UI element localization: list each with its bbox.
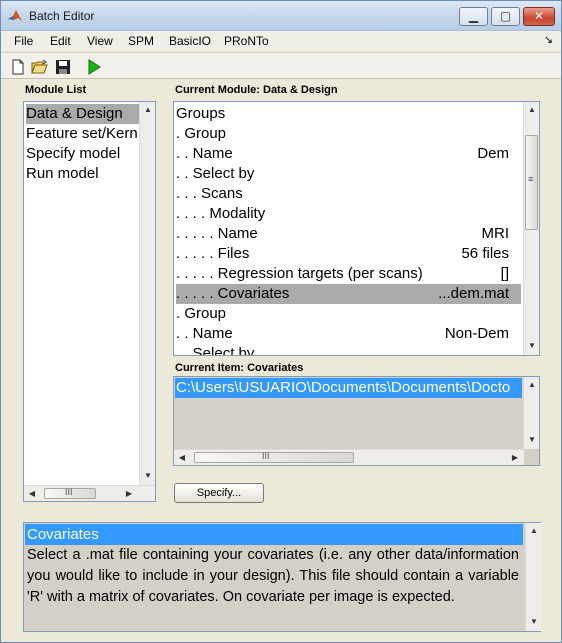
current-item-label: Current Item: Covariates bbox=[175, 362, 304, 374]
row-label: . . . . . Covariates bbox=[176, 285, 290, 302]
toolbar bbox=[1, 52, 561, 79]
scroll-down-arrow-icon[interactable]: ▼ bbox=[140, 468, 156, 484]
current-module-row[interactable]: . . . . . Files 56 files bbox=[176, 244, 521, 264]
current-module-row[interactable]: . . . Scans bbox=[176, 184, 521, 204]
run-icon[interactable] bbox=[85, 58, 103, 76]
save-icon[interactable] bbox=[54, 58, 72, 76]
row-value: MRI bbox=[481, 225, 510, 242]
scroll-up-arrow-icon[interactable]: ▲ bbox=[524, 377, 540, 393]
maximize-icon: ▢ bbox=[499, 9, 512, 23]
menu-spm[interactable]: SPM bbox=[128, 34, 154, 48]
row-value: ...dem.mat bbox=[438, 285, 509, 302]
current-module-row[interactable]: . . . . Modality bbox=[176, 204, 521, 224]
open-folder-icon[interactable] bbox=[31, 58, 49, 76]
row-label: . . Name bbox=[176, 325, 233, 342]
close-icon: ✕ bbox=[533, 9, 545, 23]
window-title: Batch Editor bbox=[29, 9, 95, 23]
scroll-up-arrow-icon[interactable]: ▲ bbox=[140, 102, 156, 118]
help-panel: Covariates Select a .mat file containing… bbox=[23, 522, 541, 632]
current-item-box[interactable]: C:\Users\USUARIO\Documents\Documents\Doc… bbox=[173, 376, 540, 466]
help-body: Select a .mat file containing your covar… bbox=[27, 547, 519, 605]
row-label: . . . Scans bbox=[176, 185, 243, 202]
current-item-vscrollbar[interactable]: ▲ ▼ bbox=[523, 377, 539, 449]
module-item-data-design[interactable]: Data & Design bbox=[26, 104, 139, 124]
scroll-right-arrow-icon[interactable]: ▶ bbox=[121, 486, 137, 502]
scroll-left-arrow-icon[interactable]: ◀ bbox=[174, 450, 190, 466]
close-button[interactable]: ✕ bbox=[523, 7, 555, 26]
scroll-down-arrow-icon[interactable]: ▼ bbox=[524, 338, 539, 354]
current-module-row[interactable]: . . . . . Covariates ...dem.mat bbox=[176, 284, 521, 304]
menu-view[interactable]: View bbox=[87, 34, 113, 48]
row-value: 56 files bbox=[461, 245, 509, 262]
scroll-right-arrow-icon[interactable]: ▶ bbox=[507, 450, 523, 466]
batch-editor-window: Batch Editor ▁ ▢ ✕ File Edit View SPM Ba… bbox=[0, 0, 562, 643]
current-module-row[interactable]: . . Select by bbox=[176, 164, 521, 184]
menu-edit[interactable]: Edit bbox=[50, 34, 71, 48]
new-file-icon[interactable] bbox=[9, 58, 27, 76]
row-label: . Group bbox=[176, 125, 227, 142]
scroll-up-arrow-icon[interactable]: ▲ bbox=[526, 523, 542, 539]
module-list-hscrollbar[interactable]: ◀ III ▶ bbox=[24, 485, 155, 501]
row-label: Groups bbox=[176, 105, 226, 122]
module-list[interactable]: Data & Design Feature set/Kern Specify m… bbox=[23, 101, 156, 502]
current-item-hscroll-thumb[interactable] bbox=[194, 452, 354, 463]
row-label: . . . . . Files bbox=[176, 245, 250, 262]
current-module-row[interactable]: . Group bbox=[176, 124, 521, 144]
row-value: Non-Dem bbox=[444, 325, 509, 342]
scroll-left-arrow-icon[interactable]: ◀ bbox=[24, 486, 40, 502]
matlab-icon bbox=[8, 10, 22, 21]
current-module-tree[interactable]: Groups. Group. . Name Dem. . Select by. .… bbox=[173, 101, 540, 356]
row-label: . . . . Modality bbox=[176, 205, 266, 222]
grip-icon: ≡ bbox=[528, 174, 534, 184]
row-label: . Group bbox=[176, 305, 227, 322]
current-item-value[interactable]: C:\Users\USUARIO\Documents\Documents\Doc… bbox=[175, 378, 522, 398]
module-list-vscrollbar[interactable]: ▲ ▼ bbox=[139, 102, 155, 485]
scroll-down-arrow-icon[interactable]: ▼ bbox=[524, 432, 540, 448]
current-module-row[interactable]: . . Name Non-Dem bbox=[176, 324, 521, 344]
current-module-row[interactable]: . . Select by bbox=[176, 344, 521, 356]
module-item-specify-model[interactable]: Specify model bbox=[26, 144, 139, 164]
module-list-label: Module List bbox=[25, 84, 87, 96]
current-module-row[interactable]: . . . . . Regression targets (per scans)… bbox=[176, 264, 521, 284]
row-label: . . Select by bbox=[176, 165, 255, 182]
row-label: . . Name bbox=[176, 145, 233, 162]
menu-bar: File Edit View SPM BasicIO PRoNTo ↘ bbox=[1, 31, 561, 51]
row-value: [] bbox=[500, 265, 509, 282]
specify-button[interactable]: Specify... bbox=[174, 483, 264, 503]
menu-overflow-arrow-icon[interactable]: ↘ bbox=[544, 33, 553, 46]
row-label: . . . . . Regression targets (per scans) bbox=[176, 265, 423, 282]
current-item-hscrollbar[interactable]: ◀ III ▶ bbox=[174, 449, 524, 465]
current-module-row[interactable]: . Group bbox=[176, 304, 521, 324]
current-module-vscrollbar[interactable]: ▲ ≡ ▼ bbox=[523, 102, 539, 355]
minimize-button[interactable]: ▁ bbox=[459, 7, 488, 26]
row-label: . . . . . Name bbox=[176, 225, 258, 242]
grip-icon: III bbox=[262, 451, 270, 461]
module-item-feature-set[interactable]: Feature set/Kern bbox=[26, 124, 139, 144]
scroll-up-arrow-icon[interactable]: ▲ bbox=[524, 102, 539, 118]
help-title: Covariates bbox=[25, 524, 523, 545]
title-bar[interactable]: Batch Editor ▁ ▢ ✕ bbox=[1, 1, 561, 31]
help-vscrollbar[interactable]: ▲ ▼ bbox=[525, 523, 541, 631]
module-item-run-model[interactable]: Run model bbox=[26, 164, 139, 184]
current-module-row[interactable]: Groups bbox=[176, 104, 521, 124]
scroll-down-arrow-icon[interactable]: ▼ bbox=[526, 614, 542, 630]
maximize-button[interactable]: ▢ bbox=[491, 7, 520, 26]
row-label: . . Select by bbox=[176, 345, 255, 356]
current-module-label: Current Module: Data & Design bbox=[175, 84, 338, 96]
menu-file[interactable]: File bbox=[14, 34, 33, 48]
grip-icon: III bbox=[65, 487, 73, 497]
menu-pronto[interactable]: PRoNTo bbox=[224, 34, 269, 48]
current-module-row[interactable]: . . . . . Name MRI bbox=[176, 224, 521, 244]
minimize-icon: ▁ bbox=[468, 9, 479, 23]
menu-basicio[interactable]: BasicIO bbox=[169, 34, 211, 48]
current-module-row[interactable]: . . Name Dem bbox=[176, 144, 521, 164]
row-value: Dem bbox=[477, 145, 509, 162]
